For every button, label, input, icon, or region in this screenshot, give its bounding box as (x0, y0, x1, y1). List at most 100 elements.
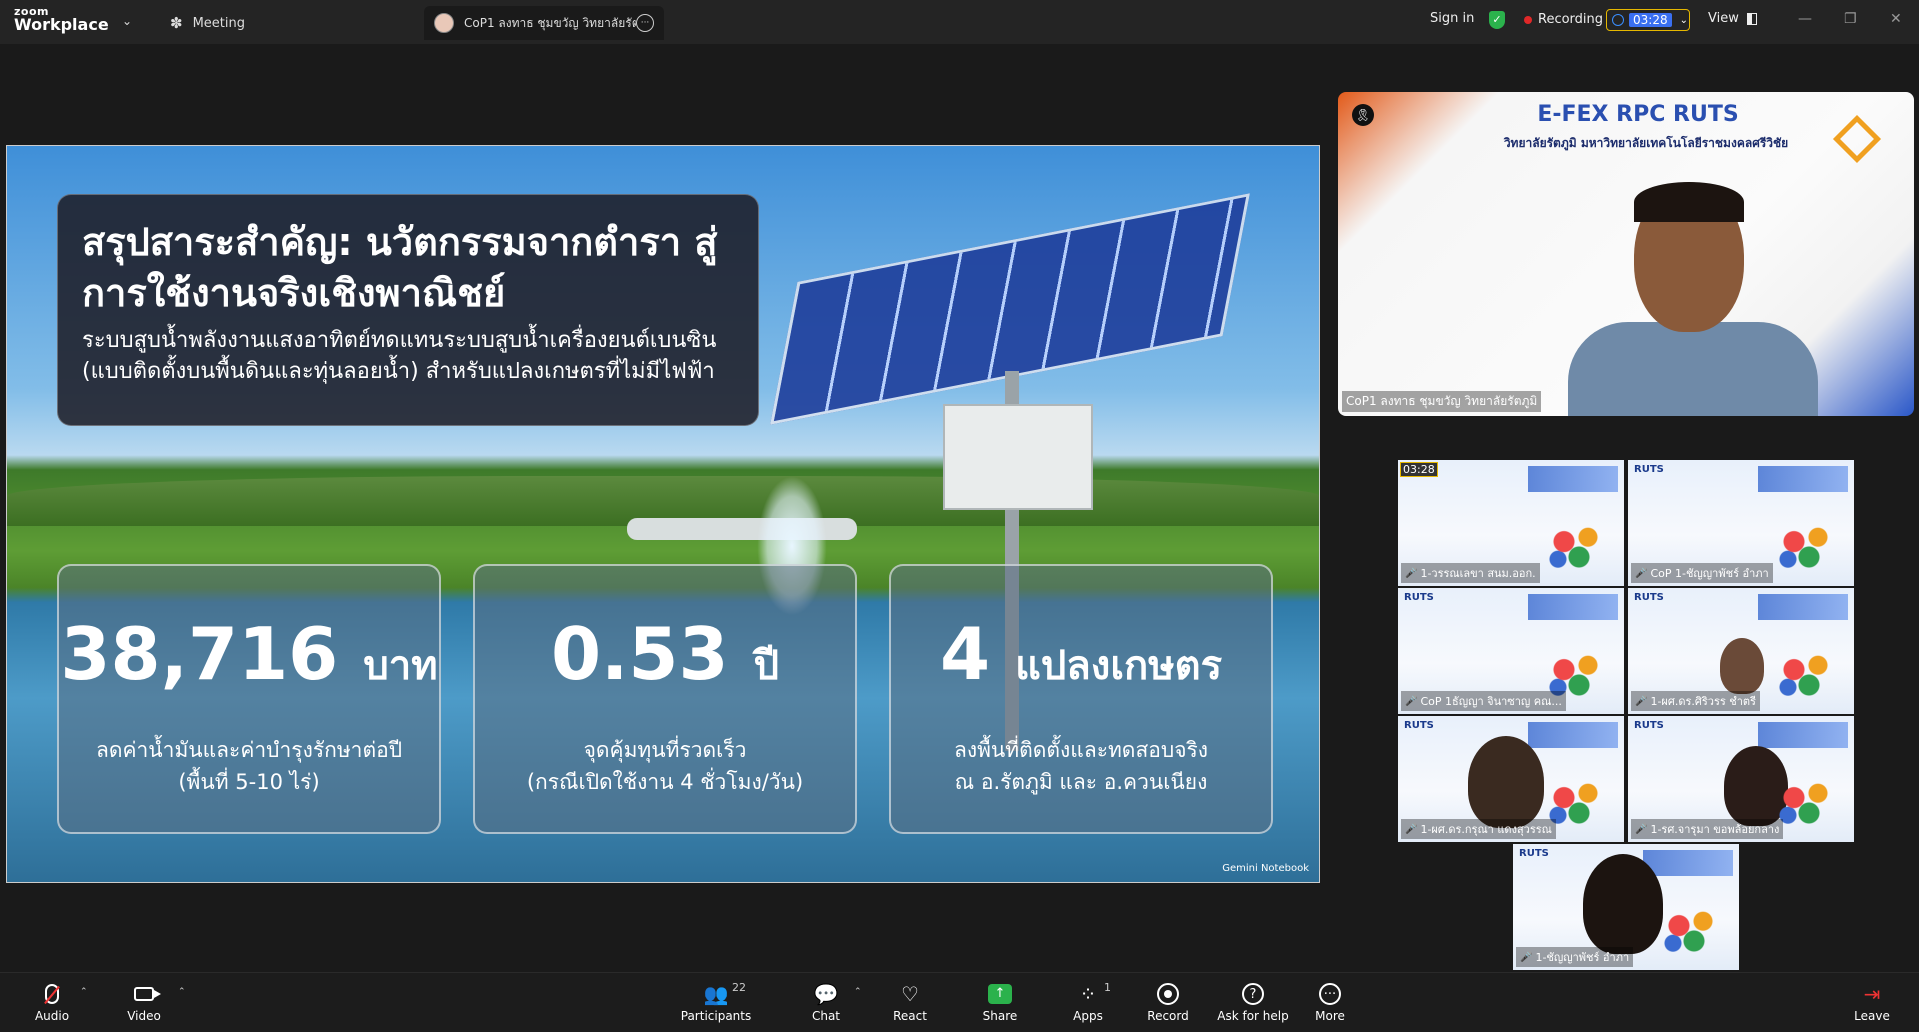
apps-icon: ⁘ (1079, 982, 1097, 1006)
view-label: View (1708, 11, 1739, 26)
leave-button[interactable]: ⇥ Leave (1832, 981, 1912, 1023)
participant-name: 1-ชัญญาพัชร์ อำภา (1535, 951, 1630, 964)
participant-tile[interactable]: 03:28 🎤 1-วรรณเลขา สนม.ออก. (1398, 460, 1624, 586)
stat-card-savings: 38,716 บาท ลดค่าน้ำมันและค่าบำรุงรักษาต่… (57, 564, 441, 834)
camera-icon (134, 987, 161, 1001)
record-dot-icon (1524, 15, 1532, 24)
participant-tile[interactable]: RUTS 🎤 1-ผศ.ดร.ศิริวรร ชำตรี (1628, 588, 1854, 714)
ask-for-help-button[interactable]: ? Ask for help (1208, 981, 1298, 1023)
tile-banner (1528, 466, 1618, 492)
tab-active-share[interactable]: CoP1 ลงทาธ ชุมขวัญ วิทยาลัยรัตภูมิ's ··· (424, 6, 664, 40)
meeting-toolbar: Audio ⌃ Video ⌃ 👥 22 Participants 💬 Chat… (0, 972, 1919, 1032)
tile-banner (1758, 466, 1848, 492)
tab-active-label: CoP1 ลงทาธ ชุมขวัญ วิทยาลัยรัตภูมิ's (464, 15, 636, 30)
leave-icon: ⇥ (1863, 982, 1881, 1006)
watermark-label: Gemini Notebook (1222, 863, 1309, 874)
react-button[interactable]: ♡ React (870, 981, 950, 1023)
participants-count: 22 (732, 981, 746, 994)
sign-in-button[interactable]: Sign in (1430, 11, 1474, 26)
participant-tile[interactable]: RUTS 🎤 CoP 1-ชัญญาพัชร์ อำภา (1628, 460, 1854, 586)
tile-banner (1528, 594, 1618, 620)
tab-meeting[interactable]: ✽ Meeting (170, 6, 245, 40)
ruts-logo: RUTS (1404, 720, 1434, 731)
help-icon: ? (1242, 983, 1264, 1005)
muted-mic-icon: 🎤 (1635, 567, 1648, 579)
heart-icon: ♡ (901, 982, 919, 1006)
zoom-workplace-logo[interactable]: zoom Workplace (14, 6, 109, 33)
brand-bottom: Workplace (14, 15, 109, 34)
participant-face (1583, 854, 1663, 954)
chevron-down-icon[interactable]: ⌄ (122, 14, 132, 28)
tile-banner (1758, 722, 1848, 748)
react-label: React (893, 1009, 927, 1023)
tile-decoration (1776, 652, 1836, 696)
participant-tile[interactable]: RUTS 🎤 1-รศ.จารุมา ขอพล้อยกลาง (1628, 716, 1854, 842)
layout-icon (1746, 12, 1757, 25)
participant-tile[interactable]: RUTS 🎤 1-ผศ.ดร.กรุณา แดงสุวรรณ (1398, 716, 1624, 842)
participant-face (1720, 638, 1764, 694)
tile-banner (1528, 722, 1618, 748)
ribbon-icon: 🎗 (1352, 104, 1374, 126)
participant-tile[interactable]: RUTS 🎤 CoP 1ธัญญา จินาซาญ คณ... (1398, 588, 1624, 714)
stat-value: 38,716 (60, 612, 339, 696)
clock-icon (1612, 14, 1624, 26)
participant-name: CoP 1ธัญญา จินาซาญ คณ... (1420, 695, 1562, 708)
caret-up-icon[interactable]: ⌃ (80, 987, 88, 997)
participant-tile[interactable]: RUTS 🎤 1-ชัญญาพัชร์ อำภา (1513, 844, 1739, 970)
participant-name-tag: 🎤 1-ผศ.ดร.กรุณา แดงสุวรรณ (1401, 819, 1556, 839)
apps-button[interactable]: ⁘ 1 Apps (1048, 981, 1128, 1023)
organization-label: วิทยาลัยรัตภูมิ มหาวิทยาลัยเทคโนโลยีราชม… (1503, 136, 1789, 150)
video-label: Video (127, 1009, 161, 1023)
shield-check-icon[interactable]: ✓ (1489, 11, 1505, 29)
recording-indicator[interactable]: Recording (1524, 12, 1603, 27)
close-icon[interactable]: ✕ (1890, 11, 1902, 27)
tile-decoration (1661, 908, 1721, 952)
stat-desc-line1: ลงพื้นที่ติดตั้งและทดสอบจริง (953, 738, 1209, 762)
more-icon: ··· (1319, 983, 1341, 1005)
chat-label: Chat (811, 1009, 841, 1023)
tile-decoration (1546, 652, 1606, 696)
meeting-timer[interactable]: 03:28 ⌄ (1606, 9, 1690, 31)
more-button[interactable]: ··· More (1290, 981, 1370, 1023)
caret-up-icon[interactable]: ⌃ (178, 987, 186, 997)
stat-card-payback: 0.53 ปี จุดคุ้มทุนที่รวดเร็ว (กรณีเปิดใช้… (473, 564, 857, 834)
chevron-down-icon[interactable]: ⌄ (1680, 15, 1688, 26)
recording-label: Recording (1538, 12, 1604, 27)
view-button[interactable]: View (1708, 11, 1757, 26)
participants-button[interactable]: 👥 22 Participants (676, 981, 756, 1023)
muted-mic-icon: 🎤 (1635, 823, 1648, 835)
speaker-hair (1634, 182, 1744, 222)
more-options-icon[interactable]: ··· (636, 14, 654, 32)
speaker-person (1548, 182, 1848, 416)
stat-desc-line2: (พื้นที่ 5-10 ไร่) (178, 770, 320, 794)
participant-name-tag: 🎤 1-ชัญญาพัชร์ อำภา (1516, 947, 1634, 967)
participant-name-tag: 🎤 1-วรรณเลขา สนม.ออก. (1401, 563, 1540, 583)
participant-name-tag: 🎤 CoP 1-ชัญญาพัชร์ อำภา (1631, 563, 1773, 583)
video-button[interactable]: Video ⌃ (104, 981, 186, 1023)
restore-icon[interactable]: ❐ (1844, 11, 1857, 27)
chat-button[interactable]: 💬 Chat ⌃ (786, 981, 866, 1023)
control-box-image (943, 404, 1093, 510)
active-speaker-video[interactable]: 🎗 E-FEX RPC RUTS วิทยาลัยรัตภูมิ มหาวิทย… (1338, 92, 1914, 416)
more-label: More (1315, 1009, 1345, 1023)
tile-banner (1758, 594, 1848, 620)
slide-subtitle: ระบบสูบน้ำพลังงานแสงอาทิตย์ทดแทนระบบสูบน… (82, 328, 717, 384)
participant-name: 1-วรรณเลขา สนม.ออก. (1420, 567, 1536, 580)
sponsor-logos: E-FEX RPC RUTS (1537, 102, 1739, 127)
stat-value: 0.53 (550, 612, 729, 696)
participant-name: CoP 1-ชัญญาพัชร์ อำภา (1650, 567, 1769, 580)
stat-desc-line1: จุดคุ้มทุนที่รวดเร็ว (583, 738, 747, 762)
record-icon (1157, 983, 1179, 1005)
shared-screen-slide: สรุปสาระสำคัญ: นวัตกรรมจากตำรา สู่การใช้… (6, 145, 1320, 883)
help-label: Ask for help (1217, 1009, 1289, 1023)
avatar (434, 13, 454, 33)
paw-icon: ✽ (170, 14, 183, 32)
diamond-logo-icon (1832, 114, 1882, 164)
share-button[interactable]: ↑ Share (960, 981, 1040, 1023)
stat-unit: แปลงเกษตร (1015, 643, 1223, 689)
muted-mic-icon: 🎤 (1520, 951, 1533, 963)
caret-up-icon[interactable]: ⌃ (854, 987, 862, 997)
audio-button[interactable]: Audio ⌃ (12, 981, 92, 1023)
minimize-icon[interactable]: — (1798, 11, 1812, 27)
record-button[interactable]: Record (1128, 981, 1208, 1023)
